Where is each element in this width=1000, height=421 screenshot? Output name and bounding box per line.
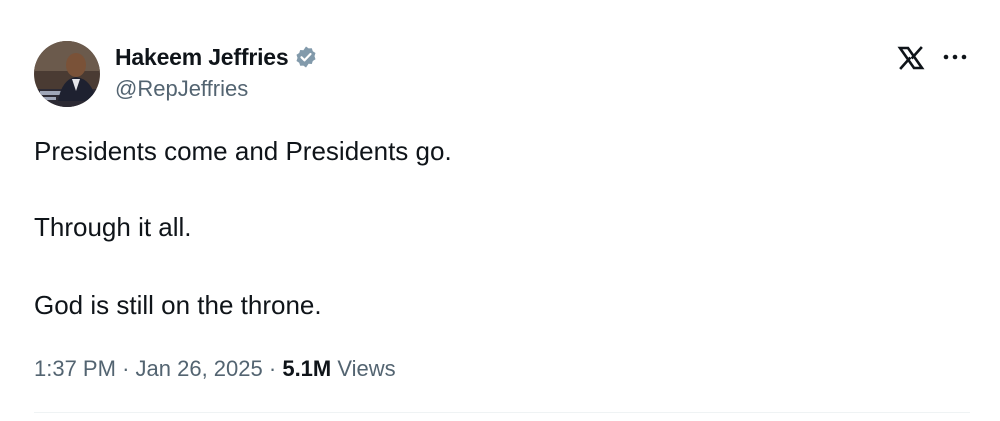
- author-handle[interactable]: @RepJeffries: [115, 76, 248, 102]
- author-display-name[interactable]: Hakeem Jeffries: [115, 44, 289, 71]
- tweet-text-line: God is still on the throne.: [34, 290, 322, 320]
- views-label: Views: [337, 356, 396, 381]
- meta-separator: ·: [122, 356, 130, 381]
- more-options-icon[interactable]: [942, 47, 968, 67]
- avatar-image: [34, 41, 100, 107]
- author-name-row[interactable]: Hakeem Jeffries: [115, 42, 318, 72]
- verified-badge-icon: [294, 45, 318, 69]
- tweet-time[interactable]: 1:37 PM: [34, 356, 116, 381]
- tweet-card: Hakeem Jeffries @RepJeffries Presidents …: [0, 0, 1000, 421]
- meta-separator: ·: [268, 356, 277, 381]
- tweet-meta: 1:37 PM · Jan 26, 2025 · 5.1M Views: [34, 356, 396, 382]
- tweet-text-line: Presidents come and Presidents go.: [34, 136, 452, 166]
- divider: [34, 412, 970, 413]
- avatar[interactable]: [34, 41, 100, 107]
- tweet-date[interactable]: Jan 26, 2025: [136, 356, 263, 381]
- views-count[interactable]: 5.1M: [282, 356, 331, 381]
- x-logo-icon[interactable]: [897, 44, 925, 72]
- tweet-text-line: Through it all.: [34, 212, 192, 242]
